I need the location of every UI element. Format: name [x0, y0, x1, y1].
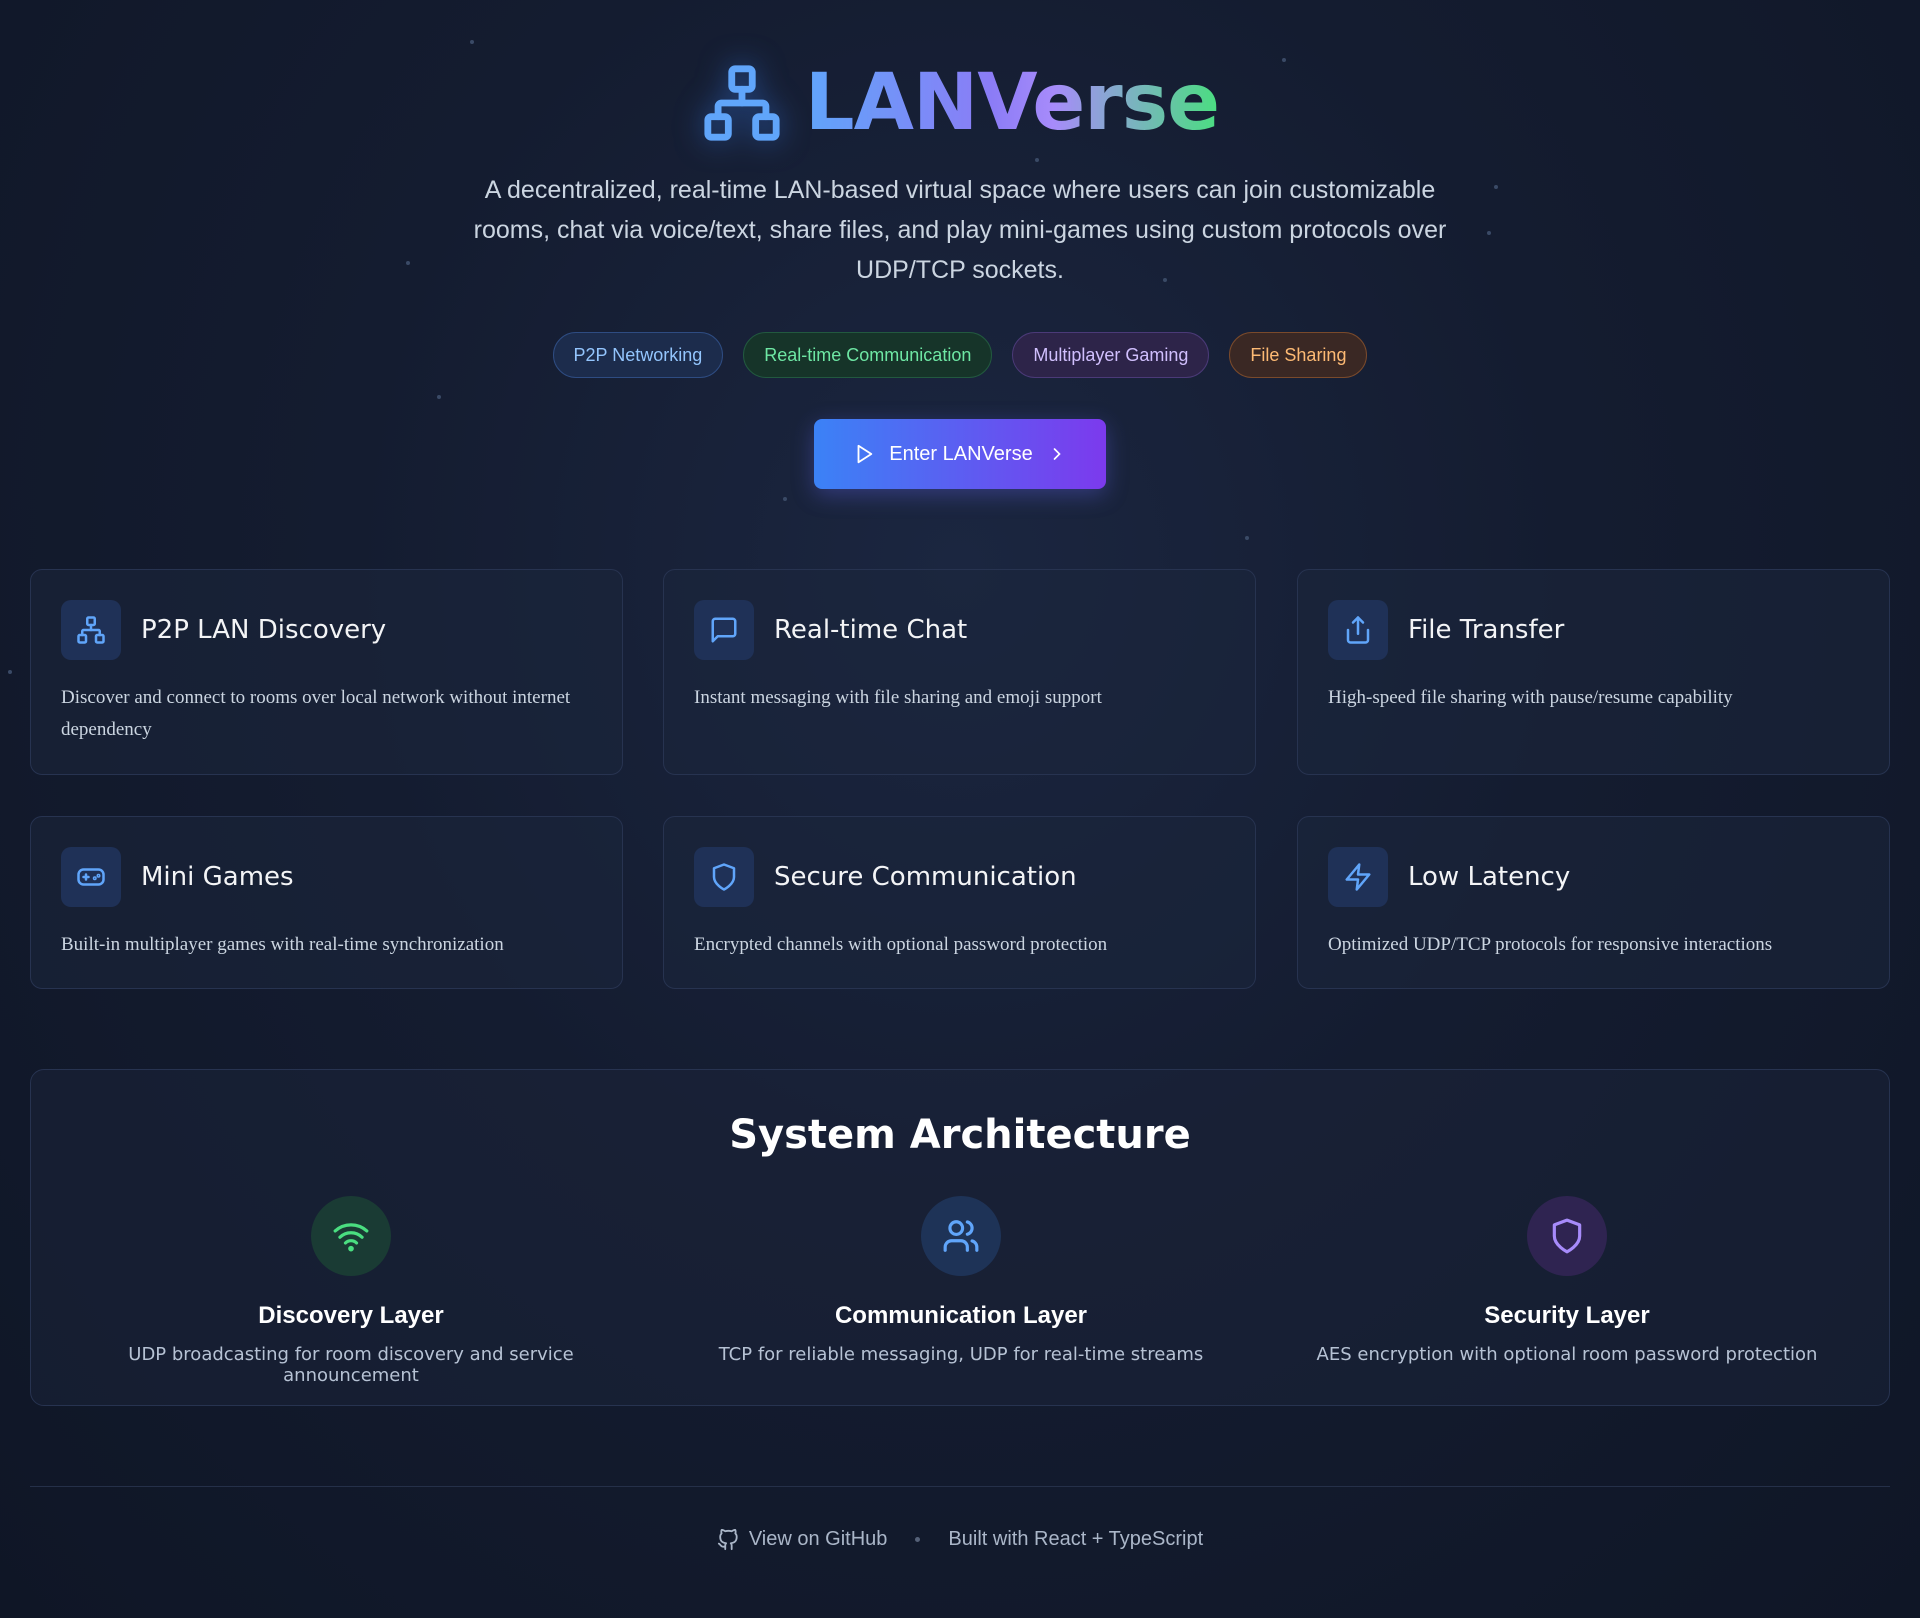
- layer-description: TCP for reliable messaging, UDP for real…: [718, 1344, 1204, 1365]
- feature-title: Real-time Chat: [774, 615, 968, 645]
- layer-communication: Communication Layer TCP for reliable mes…: [681, 1196, 1241, 1365]
- feature-card-mini-games: Mini Games Built-in multiplayer games wi…: [30, 816, 623, 989]
- feature-description: Optimized UDP/TCP protocols for responsi…: [1328, 934, 1773, 955]
- feature-title: Low Latency: [1408, 862, 1571, 892]
- brand-name: LANVerse: [804, 58, 1220, 148]
- enter-lanverse-button[interactable]: Enter LANVerse: [814, 419, 1106, 489]
- tagline: A decentralized, real-time LAN-based vir…: [473, 176, 1447, 284]
- shield-icon: [1527, 1196, 1607, 1276]
- background-star: [8, 670, 12, 674]
- built-with-text: Built with React + TypeScript: [948, 1528, 1204, 1550]
- upload-icon: [1328, 600, 1388, 660]
- feature-card-low-latency: Low Latency Optimized UDP/TCP protocols …: [1297, 816, 1890, 989]
- background-star: [783, 497, 787, 501]
- feature-title: P2P LAN Discovery: [141, 615, 387, 645]
- users-icon: [921, 1196, 1001, 1276]
- tag-multiplayer-gaming: Multiplayer Gaming: [1012, 332, 1210, 378]
- brand-header: LANVerse: [0, 58, 1920, 148]
- feature-description: Instant messaging with file sharing and …: [694, 687, 1102, 708]
- footer: View on GitHub Built with React + TypeSc…: [0, 1528, 1920, 1551]
- feature-description: Discover and connect to rooms over local…: [61, 687, 571, 740]
- message-square-icon: [694, 600, 754, 660]
- layer-description: UDP broadcasting for room discovery and …: [128, 1344, 574, 1386]
- github-link-label: View on GitHub: [748, 1528, 888, 1550]
- network-icon: [61, 600, 121, 660]
- layer-discovery: Discovery Layer UDP broadcasting for roo…: [71, 1196, 631, 1386]
- github-link[interactable]: View on GitHub: [717, 1528, 888, 1551]
- feature-card-p2p-lan-discovery: P2P LAN Discovery Discover and connect t…: [30, 569, 623, 775]
- feature-description: Built-in multiplayer games with real-tim…: [61, 934, 504, 955]
- feature-card-secure-communication: Secure Communication Encrypted channels …: [663, 816, 1256, 989]
- shield-icon: [694, 847, 754, 907]
- github-icon: [717, 1528, 738, 1550]
- background-star: [1035, 158, 1039, 162]
- zap-icon: [1328, 847, 1388, 907]
- feature-title: Secure Communication: [774, 862, 1077, 892]
- layer-security: Security Layer AES encryption with optio…: [1287, 1196, 1847, 1365]
- feature-title: File Transfer: [1408, 615, 1565, 645]
- feature-title: Mini Games: [141, 862, 294, 892]
- wifi-icon: [311, 1196, 391, 1276]
- background-star: [406, 261, 410, 265]
- background-star: [437, 395, 441, 399]
- background-star: [1494, 185, 1498, 189]
- enter-lanverse-label: Enter LANVerse: [889, 442, 1033, 465]
- network-icon: [704, 65, 780, 141]
- section-title: System Architecture: [729, 1112, 1191, 1158]
- layer-title: Security Layer: [1484, 1302, 1650, 1329]
- background-star: [470, 40, 474, 44]
- layer-title: Communication Layer: [834, 1302, 1088, 1329]
- background-star: [1245, 536, 1249, 540]
- feature-card-file-transfer: File Transfer High-speed file sharing wi…: [1297, 569, 1890, 775]
- feature-card-real-time-chat: Real-time Chat Instant messaging with fi…: [663, 569, 1256, 775]
- play-icon: [857, 444, 873, 464]
- footer-divider: [30, 1486, 1890, 1487]
- gamepad-icon: [61, 847, 121, 907]
- tag-p2p-networking: P2P Networking: [552, 332, 724, 378]
- feature-description: Encrypted channels with optional passwor…: [694, 934, 1108, 955]
- tag-real-time-communication: Real-time Communication: [743, 332, 993, 378]
- layer-title: Discovery Layer: [258, 1302, 444, 1329]
- tag-file-sharing: File Sharing: [1229, 332, 1368, 378]
- feature-description: High-speed file sharing with pause/resum…: [1328, 687, 1733, 708]
- tag-list: P2P Networking Real-time Communication M…: [0, 332, 1920, 378]
- system-architecture-section: System Architecture Discovery Layer UDP …: [30, 1069, 1890, 1406]
- footer-separator: [915, 1537, 921, 1542]
- chevron-right-icon: [1053, 448, 1061, 460]
- layer-description: AES encryption with optional room passwo…: [1316, 1344, 1818, 1365]
- background-star: [1487, 231, 1491, 235]
